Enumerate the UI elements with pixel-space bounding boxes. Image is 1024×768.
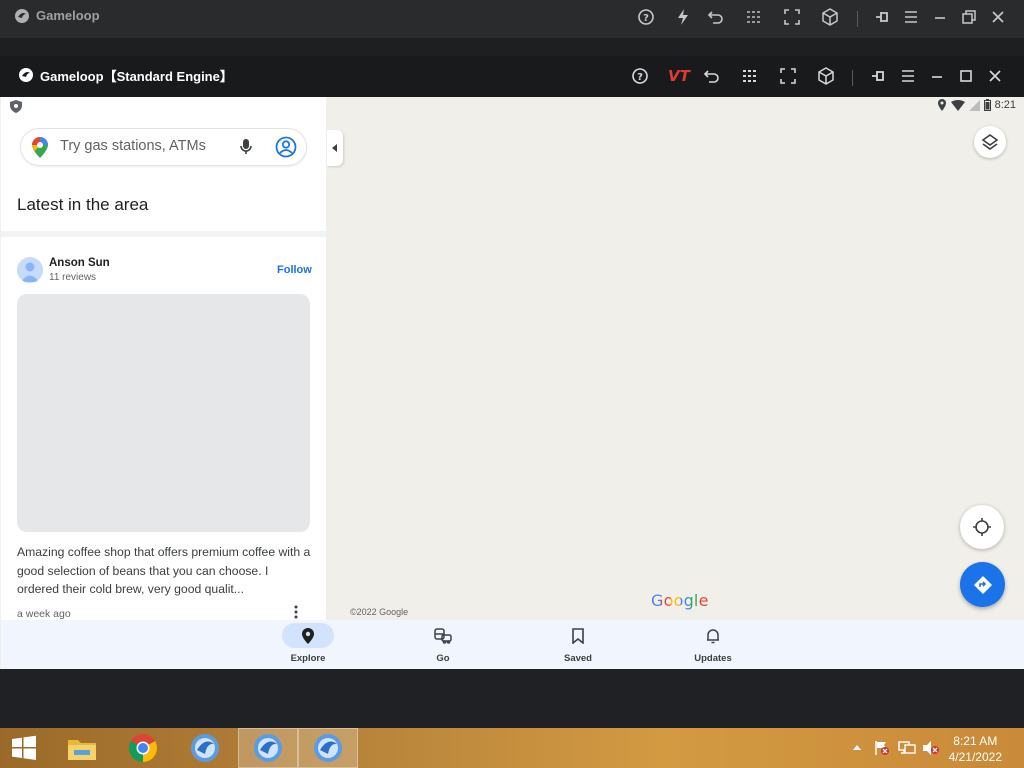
gameloop-logo-icon — [16, 65, 36, 85]
chevron-left-icon — [332, 144, 338, 152]
gameloop-logo-icon — [12, 6, 32, 26]
menu-icon[interactable] — [898, 66, 918, 86]
boost-icon[interactable] — [673, 7, 693, 27]
shield-icon — [10, 100, 22, 113]
search-bar[interactable]: Try gas stations, ATMs — [21, 129, 306, 165]
svg-text:?: ? — [637, 72, 643, 83]
nav-label: Explore — [290, 653, 326, 664]
bottom-navigation: Explore Go Saved Updates — [1, 620, 1024, 669]
restore-icon[interactable] — [959, 7, 979, 27]
maps-app-screen: 8:21 Try gas stations, ATMs Latest in th… — [0, 97, 1024, 669]
vt-button[interactable]: VT — [668, 67, 690, 85]
chrome-icon[interactable] — [113, 728, 173, 768]
undo-icon[interactable] — [702, 66, 722, 86]
close-icon[interactable] — [988, 7, 1008, 27]
nav-label: Updates — [694, 653, 732, 664]
fullscreen-icon[interactable] — [782, 7, 802, 27]
search-input[interactable]: Try gas stations, ATMs — [60, 138, 206, 154]
outer-window-body — [0, 38, 1024, 56]
gameloop-icon[interactable] — [238, 728, 298, 768]
minimize-icon[interactable] — [930, 7, 950, 27]
maximize-icon[interactable] — [956, 66, 976, 86]
signal-icon — [968, 99, 980, 111]
nav-saved[interactable]: Saved — [533, 620, 623, 669]
action-center-flag-icon[interactable] — [874, 740, 890, 756]
my-location-button[interactable] — [960, 505, 1004, 549]
cube-icon[interactable] — [816, 66, 836, 86]
post-author-reviews: 11 reviews — [49, 272, 97, 283]
directions-button[interactable] — [960, 562, 1005, 607]
emulator-bottom-area — [0, 669, 1024, 728]
minimize-icon[interactable] — [927, 66, 947, 86]
avatar[interactable] — [17, 257, 43, 283]
post-author[interactable]: Anson Sun — [49, 257, 110, 269]
inner-window-title: Gameloop【Standard Engine】 — [40, 69, 233, 84]
close-icon[interactable] — [985, 66, 1005, 86]
grid-icon[interactable] — [744, 7, 764, 27]
network-icon[interactable] — [898, 740, 916, 756]
toolbar-separator — [852, 70, 853, 86]
undo-icon[interactable] — [706, 7, 726, 27]
nav-label: Saved — [564, 653, 592, 664]
status-bar: 8:21 — [937, 99, 1016, 111]
explore-side-panel: Try gas stations, ATMs Latest in the are… — [1, 97, 326, 620]
account-icon[interactable] — [275, 136, 297, 158]
post-age: a week ago — [17, 608, 71, 620]
crosshair-icon — [972, 517, 992, 537]
windows-taskbar: 8:21 AM 4/21/2022 — [0, 728, 1024, 768]
microphone-icon[interactable] — [239, 138, 253, 156]
post-text: Amazing coffee shop that offers premium … — [17, 545, 311, 596]
post-photo[interactable] — [17, 294, 310, 532]
volume-muted-icon[interactable] — [922, 740, 940, 756]
gameloop-icon[interactable] — [298, 728, 358, 768]
pin-filled-icon — [302, 627, 314, 644]
windows-start-icon[interactable] — [0, 728, 48, 768]
maps-pin-logo-icon — [32, 137, 48, 158]
system-clock[interactable]: 8:21 AM 4/21/2022 — [949, 733, 1002, 765]
cube-icon[interactable] — [820, 7, 840, 27]
section-title: Latest in the area — [17, 195, 149, 214]
file-explorer-icon[interactable] — [52, 728, 112, 768]
bookmark-icon — [572, 627, 584, 644]
commute-icon — [434, 627, 452, 644]
gameloop-icon[interactable] — [175, 728, 235, 768]
pin-icon[interactable] — [872, 7, 892, 27]
pin-icon[interactable] — [868, 66, 888, 86]
directions-icon — [973, 575, 993, 595]
outer-window-title: Gameloop — [36, 8, 100, 23]
toolbar-separator — [857, 11, 858, 27]
menu-icon[interactable] — [901, 7, 921, 27]
help-icon[interactable]: ? — [630, 66, 650, 86]
collapse-panel-button[interactable] — [327, 130, 343, 166]
map-copyright: ©2022 Google — [350, 607, 409, 617]
svg-text:?: ? — [643, 13, 649, 24]
status-time: 8:21 — [994, 99, 1016, 111]
layers-button[interactable] — [974, 126, 1006, 158]
fullscreen-icon[interactable] — [778, 66, 798, 86]
follow-button[interactable]: Follow — [277, 264, 312, 276]
nav-updates[interactable]: Updates — [668, 620, 758, 669]
location-icon — [937, 99, 947, 111]
bell-icon — [706, 628, 720, 644]
nav-label: Go — [436, 653, 450, 664]
google-logo: Google — [651, 591, 709, 610]
outer-window-titlebar: Gameloop ? — [0, 0, 1024, 38]
nav-go[interactable]: Go — [398, 620, 488, 669]
wifi-icon — [950, 99, 965, 111]
clock-time: 8:21 AM — [953, 734, 998, 748]
clock-date: 4/21/2022 — [948, 750, 1002, 764]
show-hidden-icons[interactable] — [852, 744, 862, 750]
grid-icon[interactable] — [740, 66, 760, 86]
layers-icon — [981, 133, 999, 151]
section-divider — [1, 231, 326, 237]
battery-icon — [983, 99, 991, 111]
help-icon[interactable]: ? — [636, 7, 656, 27]
more-options-icon[interactable] — [294, 605, 298, 619]
nav-explore[interactable]: Explore — [263, 620, 353, 669]
